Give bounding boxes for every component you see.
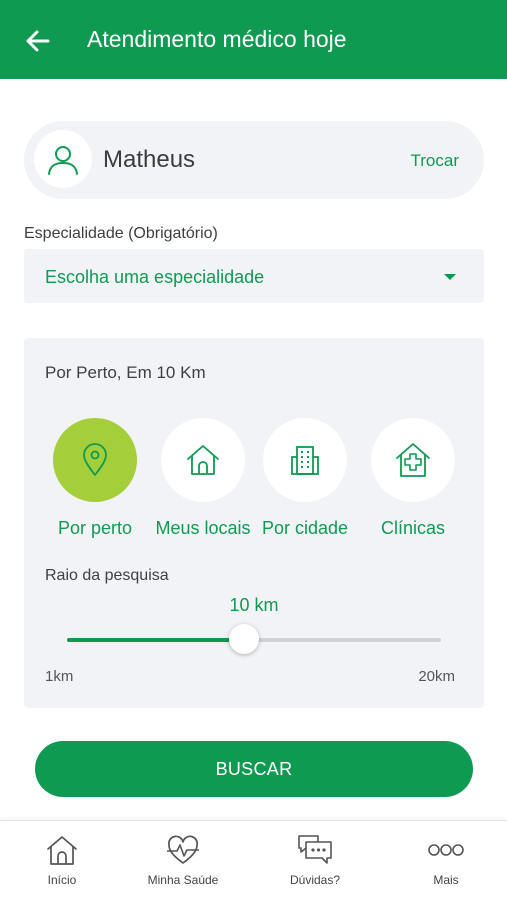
nav-label: Mais [433, 873, 459, 887]
radius-min-label: 1km [45, 668, 74, 685]
nav-label: Início [47, 873, 77, 887]
avatar [34, 130, 92, 188]
bottom-nav: Início Minha Saúde Dúvidas? Mais [0, 820, 507, 900]
clinic-icon [396, 443, 430, 477]
option-label: Meus locais [155, 518, 251, 538]
building-icon [291, 446, 319, 475]
specialty-dropdown[interactable]: Escolha uma especialidade [24, 249, 484, 303]
specialty-selected-value: Escolha uma especialidade [45, 267, 265, 287]
map-pin-icon [83, 443, 107, 476]
radius-slider-fill [67, 638, 245, 642]
location-summary: Por Perto, Em 10 Km [45, 363, 206, 382]
option-meus-locais[interactable]: Meus locais [148, 418, 258, 539]
home-icon [187, 445, 219, 475]
option-circle [53, 418, 137, 502]
option-circle [263, 418, 347, 502]
location-panel: Por Perto, Em 10 Km Por perto Meus locai… [24, 338, 484, 708]
radius-slider-track[interactable] [67, 624, 441, 654]
option-label: Por perto [57, 518, 133, 538]
nav-minha-saude[interactable]: Minha Saúde [128, 833, 238, 887]
nav-inicio[interactable]: Início [7, 833, 117, 887]
radius-max-label: 20km [418, 668, 455, 685]
nav-mais[interactable]: Mais [391, 833, 501, 887]
more-icon [428, 844, 464, 856]
option-clinicas[interactable]: Clínicas [358, 418, 468, 539]
option-circle [161, 418, 245, 502]
chat-bubbles-icon [298, 835, 332, 864]
user-icon [48, 146, 78, 175]
search-button[interactable]: BUSCAR [35, 741, 473, 797]
option-por-perto[interactable]: Por perto [40, 418, 150, 539]
swap-user-link[interactable]: Trocar [411, 151, 460, 171]
radius-slider-thumb[interactable] [229, 624, 260, 654]
heart-pulse-icon [167, 835, 199, 864]
option-label: Clínicas [380, 518, 446, 538]
nav-label: Dúvidas? [289, 873, 341, 887]
app-bar: Atendimento médico hoje [0, 0, 507, 79]
user-card: Matheus Trocar [24, 121, 484, 199]
home-nav-icon [47, 836, 77, 865]
caret-down-icon [444, 274, 456, 280]
radius-value: 10 km [229, 595, 279, 615]
specialty-label: Especialidade (Obrigatório) [24, 225, 218, 242]
option-por-cidade[interactable]: Por cidade [250, 418, 360, 539]
page-title: Atendimento médico hoje [87, 26, 347, 52]
option-circle [371, 418, 455, 502]
option-label: Por cidade [261, 518, 349, 538]
arrow-left-icon[interactable] [24, 27, 52, 55]
radius-label: Raio da pesquisa [45, 567, 169, 584]
nav-duvidas[interactable]: Dúvidas? [260, 833, 370, 887]
nav-label: Minha Saúde [147, 873, 219, 887]
user-name: Matheus [103, 146, 196, 173]
